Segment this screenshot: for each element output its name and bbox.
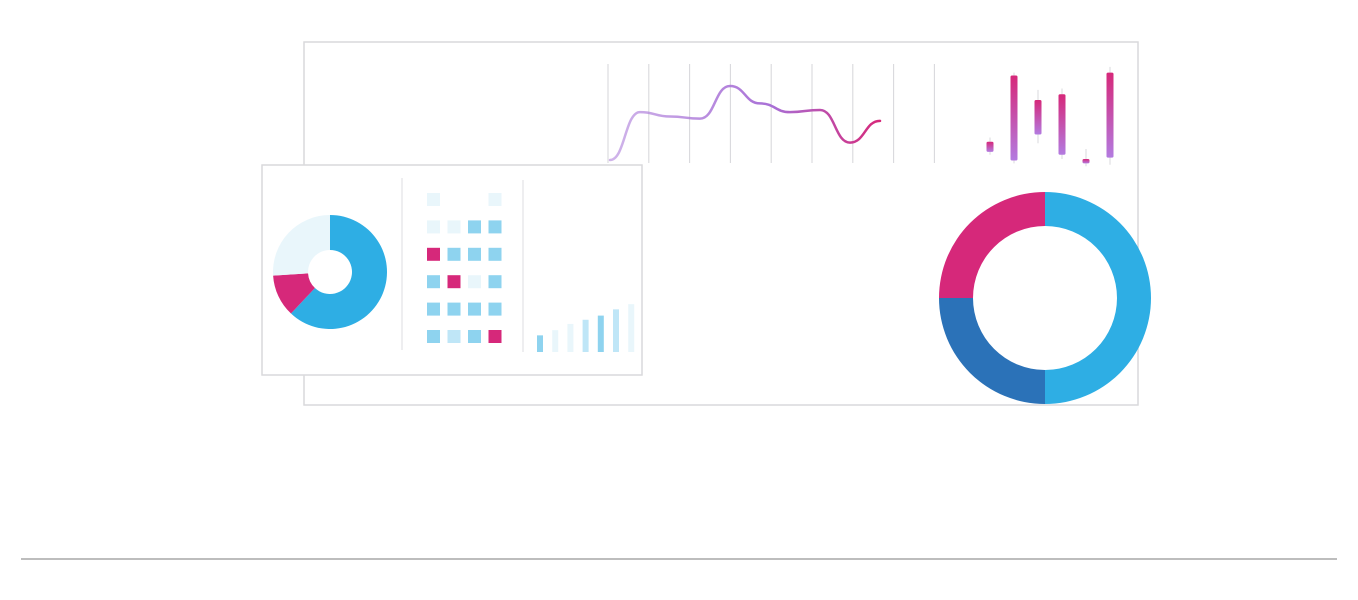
- small-bar: [597, 315, 604, 352]
- heatmap-tile: [468, 275, 481, 289]
- heatmap-tile: [447, 220, 461, 234]
- small-bar: [582, 319, 589, 352]
- heatmap-tile: [468, 247, 481, 261]
- candle-body: [986, 141, 994, 152]
- heatmap-tile: [488, 247, 502, 261]
- candle-body: [1082, 159, 1090, 164]
- heatmap-tile: [488, 275, 502, 289]
- candle-body: [1034, 100, 1042, 135]
- heatmap-tile: [427, 275, 440, 289]
- small-bar: [613, 309, 619, 352]
- candle-body: [1010, 75, 1018, 161]
- dashboard-illustration: [21, 41, 1337, 560]
- heatmap-tile: [468, 220, 481, 234]
- small-bar: [537, 335, 543, 352]
- small-bar: [567, 323, 574, 352]
- dashboard-illustration-stage: [0, 0, 1358, 600]
- heatmap-tile: [427, 220, 440, 234]
- heatmap-tile: [468, 330, 481, 343]
- heatmap-tile: [468, 302, 481, 316]
- heatmap-tile: [447, 302, 461, 316]
- heatmap-tile: [427, 193, 440, 206]
- heatmap-tile: [447, 247, 461, 261]
- candle-body: [1106, 72, 1114, 158]
- heatmap-tile: [447, 275, 461, 289]
- heatmap-tile: [488, 193, 502, 206]
- heatmap-tile: [488, 302, 502, 316]
- heatmap-tile: [427, 330, 440, 343]
- small-bar: [628, 304, 635, 352]
- heatmap-tile: [488, 330, 502, 343]
- heatmap-tile: [427, 247, 440, 261]
- candle-body: [1058, 94, 1066, 155]
- heatmap-tile: [488, 220, 502, 234]
- small-bar: [552, 330, 559, 352]
- heatmap-tile: [427, 302, 440, 316]
- heatmap-tile: [447, 330, 461, 343]
